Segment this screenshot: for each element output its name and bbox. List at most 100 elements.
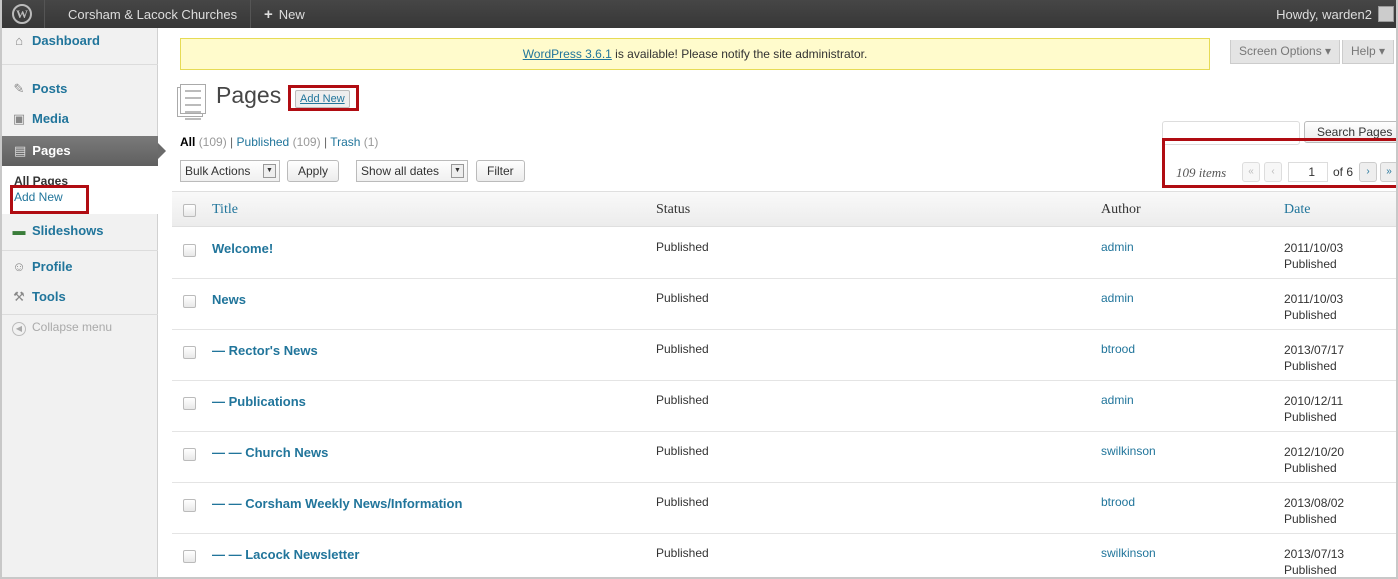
- howdy-user-link[interactable]: Howdy, warden2: [1276, 7, 1372, 22]
- column-author: Author: [1101, 202, 1141, 217]
- page-date: 2011/10/03 Published: [1284, 291, 1343, 323]
- sidebar-divider: [2, 64, 158, 65]
- page-author-link[interactable]: swilkinson: [1101, 546, 1156, 560]
- column-status: Status: [656, 202, 691, 217]
- page-date-status: Published: [1284, 308, 1337, 322]
- pages-icon: ▤: [14, 143, 27, 158]
- sidebar-item-label: Dashboard: [32, 33, 100, 48]
- sidebar-item-pages[interactable]: ▤ Pages: [2, 136, 166, 166]
- highlight-box: [288, 85, 359, 111]
- site-name-link[interactable]: Corsham & Lacock Churches: [68, 7, 237, 22]
- new-content-label: New: [278, 7, 305, 22]
- page-title-link[interactable]: — — Corsham Weekly News/Information: [212, 496, 462, 511]
- row-checkbox[interactable]: [183, 397, 196, 410]
- collapse-menu-label: Collapse menu: [32, 320, 113, 334]
- page-author-link[interactable]: swilkinson: [1101, 444, 1156, 458]
- media-icon: ▣: [12, 111, 26, 126]
- page-date-value: 2011/10/03: [1284, 292, 1344, 306]
- sidebar-divider: [2, 314, 158, 315]
- help-button[interactable]: Help ▾: [1342, 40, 1395, 64]
- page-title-link[interactable]: Welcome!: [212, 241, 273, 256]
- filter-trash[interactable]: Trash: [330, 135, 360, 149]
- table-row: News Published admin 2011/10/03 Published: [172, 279, 1396, 330]
- row-checkbox[interactable]: [183, 499, 196, 512]
- page-title-link[interactable]: — — Lacock Newsletter: [212, 547, 359, 562]
- date-filter-value: Show all dates: [361, 164, 440, 178]
- wordpress-logo-icon[interactable]: W: [12, 4, 32, 24]
- bulk-actions-select[interactable]: Bulk Actions ▼: [180, 160, 280, 182]
- page-date: 2011/10/03 Published: [1284, 240, 1343, 272]
- page-date: 2013/07/13 Published: [1284, 546, 1344, 577]
- page-date-status: Published: [1284, 563, 1337, 577]
- filter-button[interactable]: Filter: [476, 160, 525, 182]
- page-status: Published: [656, 495, 709, 509]
- browser-frame: W Corsham & Lacock Churches + New Howdy, …: [0, 0, 1398, 579]
- row-checkbox[interactable]: [183, 244, 196, 257]
- sidebar-item-posts[interactable]: ✎ Posts: [10, 76, 158, 102]
- sidebar-item-label: Posts: [32, 81, 68, 96]
- sidebar-item-label: Pages: [32, 143, 71, 158]
- page-status: Published: [656, 240, 709, 254]
- page-date: 2013/08/02 Published: [1284, 495, 1344, 527]
- column-title[interactable]: Title: [212, 202, 238, 218]
- table-header: Title Status Author Date: [172, 192, 1396, 227]
- page-status: Published: [656, 444, 709, 458]
- page-author-link[interactable]: btrood: [1101, 342, 1135, 356]
- page-date-status: Published: [1284, 359, 1337, 373]
- row-checkbox[interactable]: [183, 295, 196, 308]
- table-row: — Rector's News Published btrood 2013/07…: [172, 330, 1396, 381]
- new-content-button[interactable]: + New: [264, 6, 305, 23]
- update-notice-text: is available! Please notify the site adm…: [611, 47, 868, 61]
- apply-button[interactable]: Apply: [287, 160, 340, 182]
- page-title-link[interactable]: — — Church News: [212, 445, 328, 460]
- sidebar-item-slideshows[interactable]: ▬ Slideshows: [10, 218, 158, 244]
- row-checkbox[interactable]: [183, 346, 196, 359]
- filter-all[interactable]: All: [180, 135, 195, 149]
- users-icon: ☺: [12, 259, 26, 274]
- page-author-link[interactable]: admin: [1101, 240, 1134, 254]
- pages-table: Title Status Author Date Welcome! Publis…: [172, 191, 1396, 577]
- page-date-status: Published: [1284, 410, 1337, 424]
- avatar[interactable]: [1378, 6, 1394, 22]
- table-row: — Publications Published admin 2010/12/1…: [172, 381, 1396, 432]
- sidebar-item-tools[interactable]: ⚒ Tools: [10, 284, 158, 310]
- sidebar-item-profile[interactable]: ☺ Profile: [10, 254, 158, 280]
- tools-icon: ⚒: [13, 289, 25, 304]
- admin-sidebar: ⌂ Dashboard ✎ Posts ▣ Media ▤ Pages All Page…: [2, 28, 166, 577]
- date-filter-select[interactable]: Show all dates ▼: [356, 160, 468, 182]
- page-title-link[interactable]: — Publications: [212, 394, 306, 409]
- sidebar-item-media[interactable]: ▣ Media: [10, 106, 158, 132]
- admin-bar: W Corsham & Lacock Churches + New Howdy, …: [2, 0, 1396, 28]
- page-author-link[interactable]: admin: [1101, 393, 1134, 407]
- row-checkbox[interactable]: [183, 550, 196, 563]
- page-date-value: 2011/10/03: [1284, 241, 1344, 255]
- page-date-status: Published: [1284, 512, 1337, 526]
- page-author-link[interactable]: btrood: [1101, 495, 1135, 509]
- admin-bar-divider: [44, 0, 45, 28]
- highlight-box: [1162, 138, 1396, 188]
- admin-bar-divider: [250, 0, 251, 28]
- slideshow-icon: ▬: [12, 223, 26, 238]
- page-title: Pages: [216, 82, 282, 108]
- screen-options-button[interactable]: Screen Options ▾: [1230, 40, 1341, 64]
- filter-published[interactable]: Published: [237, 135, 290, 149]
- sidebar-item-dashboard[interactable]: ⌂ Dashboard: [10, 28, 158, 54]
- page-date-status: Published: [1284, 461, 1337, 475]
- home-icon: ⌂: [15, 33, 23, 48]
- page-author-link[interactable]: admin: [1101, 291, 1134, 305]
- page-title-link[interactable]: — Rector's News: [212, 343, 318, 358]
- page-date-value: 2010/12/11: [1284, 394, 1344, 408]
- collapse-arrow-icon: ◀: [12, 322, 26, 336]
- update-notice: WordPress 3.6.1 is available! Please not…: [180, 38, 1210, 70]
- collapse-menu-button[interactable]: ◀ Collapse menu: [12, 320, 112, 336]
- column-date[interactable]: Date: [1284, 202, 1310, 218]
- select-all-checkbox[interactable]: [183, 204, 196, 217]
- plus-icon: +: [264, 6, 273, 23]
- update-version-link[interactable]: WordPress 3.6.1: [523, 47, 612, 61]
- table-row: Welcome! Published admin 2011/10/03 Publi…: [172, 228, 1396, 279]
- page-title-link[interactable]: News: [212, 292, 246, 307]
- status-filter-links: All (109) | Published (109) | Trash (1): [180, 135, 378, 149]
- filter-all-count: (109): [198, 135, 227, 149]
- filter-separator: |: [230, 135, 234, 149]
- row-checkbox[interactable]: [183, 448, 196, 461]
